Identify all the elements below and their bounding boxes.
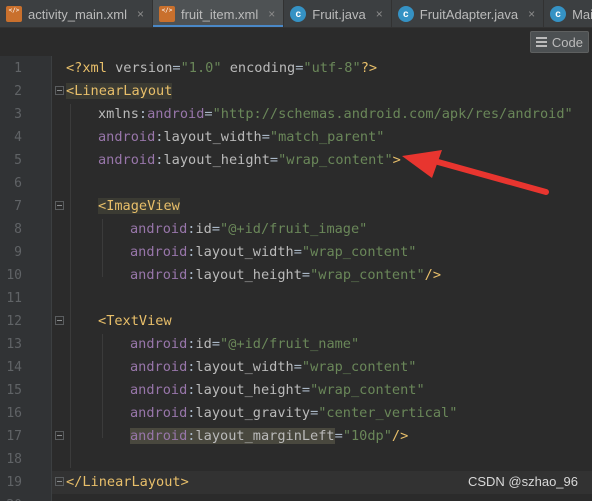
line-number-gutter: 1 2 3 4 5 6 7 8 9 10 11 12 13 14 15 16 1…: [0, 56, 52, 501]
code-line-1[interactable]: <?xml version="1.0" encoding="utf-8"?>: [66, 57, 377, 80]
line-number: 18: [6, 452, 22, 467]
tab-label: activity_main.xml: [28, 6, 127, 22]
indent-guide: [102, 334, 103, 438]
line-number: 12: [6, 314, 22, 329]
line-number: 7: [14, 199, 22, 214]
class-c-icon: c: [397, 6, 414, 22]
close-icon[interactable]: ×: [137, 7, 144, 21]
code-line-20[interactable]: </LinearLayout>: [66, 471, 189, 494]
indent-guide: [70, 104, 71, 468]
tab-fruit-java[interactable]: c Fruit.java ×: [284, 0, 392, 27]
code-line-2[interactable]: <LinearLayout: [66, 80, 173, 103]
line-number: 17: [6, 429, 22, 444]
tab-label: FruitAdapter.java: [419, 6, 519, 22]
line-number: 15: [6, 383, 22, 398]
line-number: 9: [14, 245, 22, 260]
tab-fruit-item-xml[interactable]: fruit_item.xml ×: [152, 0, 285, 27]
editor-tab-bar: activity_main.xml × fruit_item.xml × c F…: [0, 0, 592, 28]
close-icon[interactable]: ×: [376, 7, 383, 21]
code-line-7[interactable]: <ImageView: [98, 195, 180, 218]
tab-main-activity[interactable]: c MainAct: [544, 0, 592, 27]
tab-fruit-adapter-java[interactable]: c FruitAdapter.java ×: [392, 0, 545, 27]
code-line-17[interactable]: android:layout_marginLeft="10dp"/>: [130, 425, 408, 448]
watermark: CSDN @szhao_96: [467, 474, 578, 489]
tab-activity-main-xml[interactable]: activity_main.xml ×: [0, 0, 153, 27]
line-number: 6: [14, 176, 22, 191]
code-line-12[interactable]: <TextView: [98, 310, 172, 333]
fold-toggle-icon[interactable]: [55, 201, 64, 210]
line-number: 1: [14, 61, 22, 76]
fold-toggle-icon[interactable]: [55, 86, 64, 95]
indent-guide: [102, 219, 103, 277]
code-line-4[interactable]: android:layout_width="match_parent": [98, 126, 384, 149]
code-view-label: Code: [551, 34, 583, 50]
line-number: 13: [6, 337, 22, 352]
xml-file-icon: [6, 6, 22, 22]
line-number: 5: [14, 153, 22, 168]
line-number: 11: [6, 291, 22, 306]
fold-toggle-icon[interactable]: [55, 431, 64, 440]
close-icon[interactable]: ×: [528, 7, 535, 21]
code-lines-icon: [535, 37, 547, 47]
close-icon[interactable]: ×: [268, 7, 275, 21]
fold-toggle-icon[interactable]: [55, 316, 64, 325]
xml-file-icon: [158, 6, 175, 22]
code-line-14[interactable]: android:layout_width="wrap_content": [130, 356, 416, 379]
red-arrow-annotation-icon: [402, 150, 549, 195]
code-line-15[interactable]: android:layout_height="wrap_content": [130, 379, 425, 402]
class-c-icon: c: [290, 6, 307, 22]
code-line-8[interactable]: android:id="@+id/fruit_image": [130, 218, 367, 241]
line-number: 4: [14, 130, 22, 145]
fold-toggle-icon[interactable]: [55, 477, 64, 486]
line-number: 20: [0, 494, 22, 501]
tab-label: Fruit.java: [312, 6, 366, 22]
class-c-icon: c: [550, 6, 567, 22]
code-line-16[interactable]: android:layout_gravity="center_vertical": [130, 402, 457, 425]
tab-label: MainAct: [572, 6, 592, 22]
line-number: 19: [6, 475, 22, 490]
code-line-3[interactable]: xmlns:android="http://schemas.android.co…: [98, 103, 573, 126]
line-number: 10: [6, 268, 22, 283]
line-number: 14: [6, 360, 22, 375]
line-number: 3: [14, 107, 22, 122]
code-view-button[interactable]: Code: [529, 31, 589, 53]
tab-label: fruit_item.xml: [180, 6, 259, 22]
line-number: 8: [14, 222, 22, 237]
line-number: 2: [14, 84, 22, 99]
code-line-13[interactable]: android:id="@+id/fruit_name": [130, 333, 359, 356]
code-line-9[interactable]: android:layout_width="wrap_content": [130, 241, 416, 264]
code-line-5[interactable]: android:layout_height="wrap_content">: [98, 149, 401, 172]
code-line-10[interactable]: android:layout_height="wrap_content"/>: [130, 264, 441, 287]
line-number: 16: [6, 406, 22, 421]
